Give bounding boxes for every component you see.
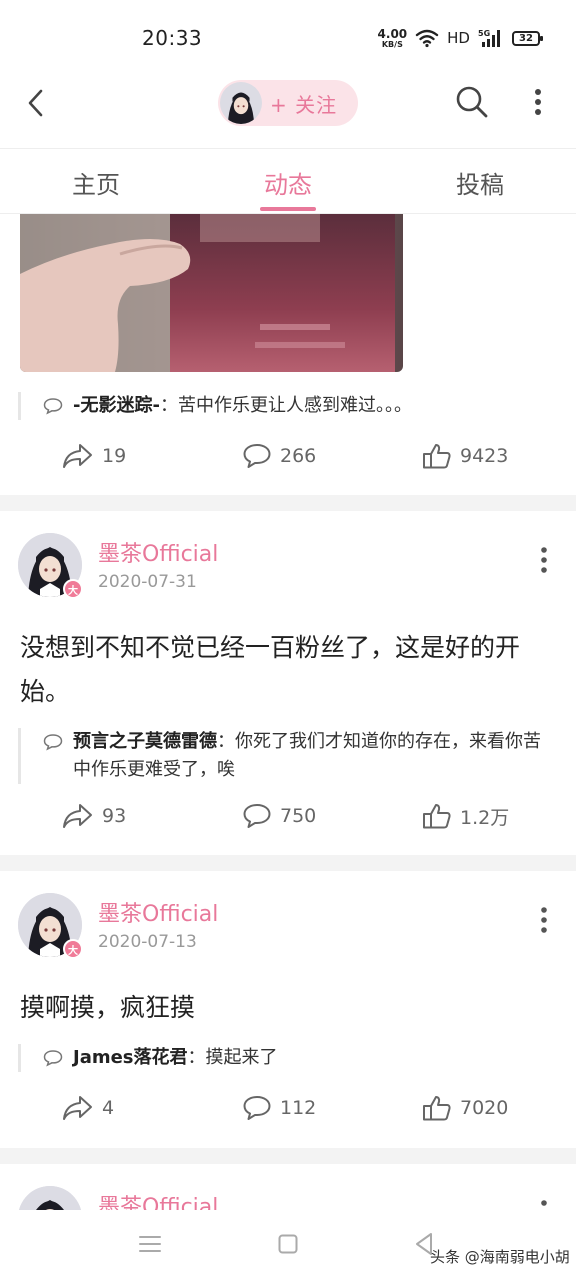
comment-icon xyxy=(243,804,271,828)
comment-count: 112 xyxy=(280,1097,317,1119)
post-divider xyxy=(0,855,576,871)
comment-content: ：苦中作乐更让人感到难过。。。 xyxy=(159,395,412,416)
post-image[interactable] xyxy=(20,214,403,372)
like-button[interactable]: 9423 xyxy=(422,442,508,470)
like-count: 7020 xyxy=(460,1097,509,1119)
comment-username[interactable]: James落花君 xyxy=(73,1047,188,1068)
comment-icon xyxy=(43,398,63,415)
share-count: 19 xyxy=(102,445,127,467)
comment-count: 750 xyxy=(280,805,317,827)
like-button[interactable]: 1.2万 xyxy=(422,802,509,830)
thumbs-up-icon xyxy=(423,804,451,829)
share-icon xyxy=(63,1096,92,1120)
tab-activity[interactable]: 动态 xyxy=(228,165,348,200)
share-icon xyxy=(63,444,92,468)
share-count: 93 xyxy=(102,805,127,827)
post-more-icon[interactable] xyxy=(534,1198,554,1210)
top-comment[interactable]: James落花君：摸起来了 xyxy=(18,1044,558,1072)
post-text: 没想到不知不觉已经一百粉丝了，这是好的开始。 xyxy=(20,633,521,706)
thumbs-up-icon xyxy=(423,444,451,469)
share-button[interactable]: 93 xyxy=(62,802,126,830)
post-actions: 93 750 1.2万 xyxy=(0,802,576,842)
post-more-icon[interactable] xyxy=(534,545,554,575)
verified-badge: 大 xyxy=(63,939,83,959)
author-name[interactable]: 墨茶Official xyxy=(98,896,218,928)
author-avatar[interactable] xyxy=(18,1186,82,1210)
comment-username[interactable]: 预言之子莫德雷德 xyxy=(73,731,217,752)
post-more-icon[interactable] xyxy=(534,905,554,935)
hd-indicator: HD xyxy=(447,29,470,47)
top-comment[interactable]: -无影迷踪-：苦中作乐更让人感到难过。。。 xyxy=(18,392,558,420)
battery-icon: 32 xyxy=(512,30,543,46)
comment-icon xyxy=(43,1050,63,1067)
tab-home[interactable]: 主页 xyxy=(36,165,156,200)
comment-icon xyxy=(243,444,271,468)
tab-submissions[interactable]: 投稿 xyxy=(420,165,540,200)
network-speed: 4.00 KB/S xyxy=(378,28,408,49)
wifi-icon xyxy=(415,29,439,48)
comment-button[interactable]: 112 xyxy=(242,1094,316,1122)
status-time: 20:33 xyxy=(142,26,203,50)
thumbs-up-icon xyxy=(423,1096,451,1121)
status-bar: 20:33 4.00 KB/S HD 5G 32 xyxy=(0,0,576,76)
share-button[interactable]: 4 xyxy=(62,1094,114,1122)
share-icon xyxy=(63,804,92,828)
menu-icon[interactable] xyxy=(138,1234,162,1254)
post-date: 2020-07-13 xyxy=(98,932,197,952)
network-speed-value: 4.00 xyxy=(377,26,408,41)
comment-icon xyxy=(243,1096,271,1120)
network-speed-unit: KB/S xyxy=(381,39,403,49)
author-name[interactable]: 墨茶Official xyxy=(98,536,218,568)
signal-5g-icon: 5G xyxy=(478,29,500,47)
profile-tabs: 主页 动态 投稿 xyxy=(0,148,576,214)
post-date: 2020-07-31 xyxy=(98,572,197,592)
comment-count: 266 xyxy=(280,445,317,467)
comment-button[interactable]: 750 xyxy=(242,802,316,830)
follow-button[interactable]: + 关注 xyxy=(218,80,358,126)
post-divider xyxy=(0,495,576,511)
post-text: 摸啊摸，疯狂摸 xyxy=(20,993,196,1022)
post-divider xyxy=(0,1148,576,1164)
network-type: 5G xyxy=(478,29,490,38)
like-count: 9423 xyxy=(460,445,509,467)
battery-level: 32 xyxy=(519,32,533,44)
active-tab-indicator xyxy=(260,207,316,211)
comment-icon xyxy=(43,734,63,751)
share-count: 4 xyxy=(102,1097,115,1119)
share-button[interactable]: 19 xyxy=(62,442,126,470)
more-vertical-icon[interactable] xyxy=(528,86,548,118)
verified-badge: 大 xyxy=(63,579,83,599)
follow-label[interactable]: + 关注 xyxy=(270,89,337,118)
system-nav-bar: 头条 @海南弱电小胡 xyxy=(0,1210,576,1280)
top-comment[interactable]: 预言之子莫德雷德：你死了我们才知道你的存在，来看你苦中作乐更难受了，唉 xyxy=(18,728,558,784)
avatar[interactable] xyxy=(220,82,262,124)
like-count: 1.2万 xyxy=(460,806,510,829)
top-bar: + 关注 xyxy=(0,76,576,148)
post-actions: 4 112 7020 xyxy=(0,1094,576,1134)
comment-content: ：摸起来了 xyxy=(187,1047,278,1068)
author-name[interactable]: 墨茶Official xyxy=(98,1189,218,1210)
watermark: 头条 @海南弱电小胡 xyxy=(430,1248,570,1266)
status-indicators: 4.00 KB/S HD 5G 32 xyxy=(378,26,543,50)
like-button[interactable]: 7020 xyxy=(422,1094,508,1122)
activity-feed[interactable]: -无影迷踪-：苦中作乐更让人感到难过。。。 19 266 9423 大 墨茶Of… xyxy=(0,214,576,1210)
post-actions: 19 266 9423 xyxy=(0,442,576,482)
comment-button[interactable]: 266 xyxy=(242,442,316,470)
home-square-icon[interactable] xyxy=(278,1234,298,1254)
back-icon[interactable] xyxy=(22,88,52,118)
search-icon[interactable] xyxy=(454,84,490,120)
comment-username[interactable]: -无影迷踪- xyxy=(73,395,160,416)
